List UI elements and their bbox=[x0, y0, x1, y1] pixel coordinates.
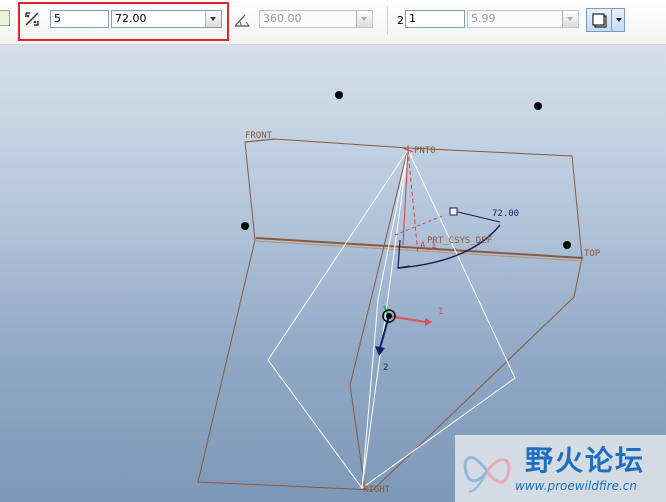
second-direction-count-input[interactable]: 1 bbox=[405, 10, 465, 28]
graphics-window[interactable]: 72.00 FRONT TOP RIGHT PNT0 PRT_CSYS_DEF … bbox=[0, 45, 666, 502]
instances-count-input[interactable]: 5 bbox=[50, 10, 109, 28]
chevron-down-icon[interactable] bbox=[356, 11, 372, 27]
model-canvas[interactable]: 72.00 FRONT TOP RIGHT PNT0 PRT_CSYS_DEF … bbox=[0, 45, 666, 502]
vertex-point[interactable] bbox=[241, 222, 249, 230]
second-direction-label: 2 bbox=[397, 14, 404, 27]
spacing-angle-value: 72.00 bbox=[115, 12, 147, 25]
display-options-icon bbox=[592, 13, 607, 28]
vertex-point[interactable] bbox=[534, 102, 542, 110]
pattern-members-icon bbox=[25, 12, 39, 26]
dim-extension bbox=[394, 214, 446, 236]
datum-plane-right[interactable] bbox=[349, 147, 409, 491]
second-direction-spacing-dropdown[interactable]: 5.99 bbox=[467, 10, 579, 28]
vertex-point[interactable] bbox=[335, 91, 343, 99]
dim-leader bbox=[397, 239, 411, 269]
watermark-url: www.proewildfire.cn bbox=[515, 479, 637, 493]
triad-axis-2-label: 2 bbox=[383, 363, 388, 373]
pattern-dashboard-toolbar: 5 72.00 360.00 2 1 5.99 bbox=[0, 0, 666, 45]
angular-dimension-value[interactable]: 72.00 bbox=[492, 209, 519, 219]
toolbar-separator bbox=[387, 6, 388, 34]
angular-extent-dropdown[interactable]: 360.00 bbox=[259, 10, 373, 28]
watermark-title: 野火论坛 bbox=[525, 444, 646, 477]
watermark: 野火论坛 www.proewildfire.cn bbox=[455, 435, 666, 502]
angular-extent-value: 360.00 bbox=[263, 12, 302, 25]
chevron-down-icon[interactable] bbox=[205, 11, 221, 27]
axis-a1[interactable] bbox=[407, 149, 419, 256]
spacing-angle-dropdown[interactable]: 72.00 bbox=[111, 10, 222, 28]
chevron-down-icon[interactable] bbox=[562, 11, 578, 27]
dimension-drag-handle[interactable] bbox=[449, 207, 458, 216]
angular-dimension-arc[interactable] bbox=[397, 224, 501, 269]
chevron-down-icon[interactable] bbox=[616, 18, 622, 22]
previous-control-edge[interactable] bbox=[0, 10, 10, 26]
triad-axis-1-label: 1 bbox=[438, 307, 443, 317]
datum-point-label[interactable]: PNT0 bbox=[414, 146, 436, 156]
datum-point-marker bbox=[402, 145, 414, 155]
axis-a1-label[interactable]: A_1 bbox=[420, 241, 436, 251]
datum-front-label[interactable]: FRONT bbox=[245, 131, 273, 141]
datum-right-label[interactable]: RIGHT bbox=[363, 485, 391, 495]
datum-top-label[interactable]: TOP bbox=[584, 249, 601, 259]
second-direction-spacing-value: 5.99 bbox=[471, 12, 496, 25]
csys-label[interactable]: PRT_CSYS_DEF bbox=[427, 236, 492, 246]
butterfly-logo-icon bbox=[463, 456, 511, 493]
angular-extent-icon[interactable] bbox=[233, 11, 251, 29]
vertex-point[interactable] bbox=[563, 241, 571, 249]
options-split-button[interactable] bbox=[586, 8, 625, 32]
